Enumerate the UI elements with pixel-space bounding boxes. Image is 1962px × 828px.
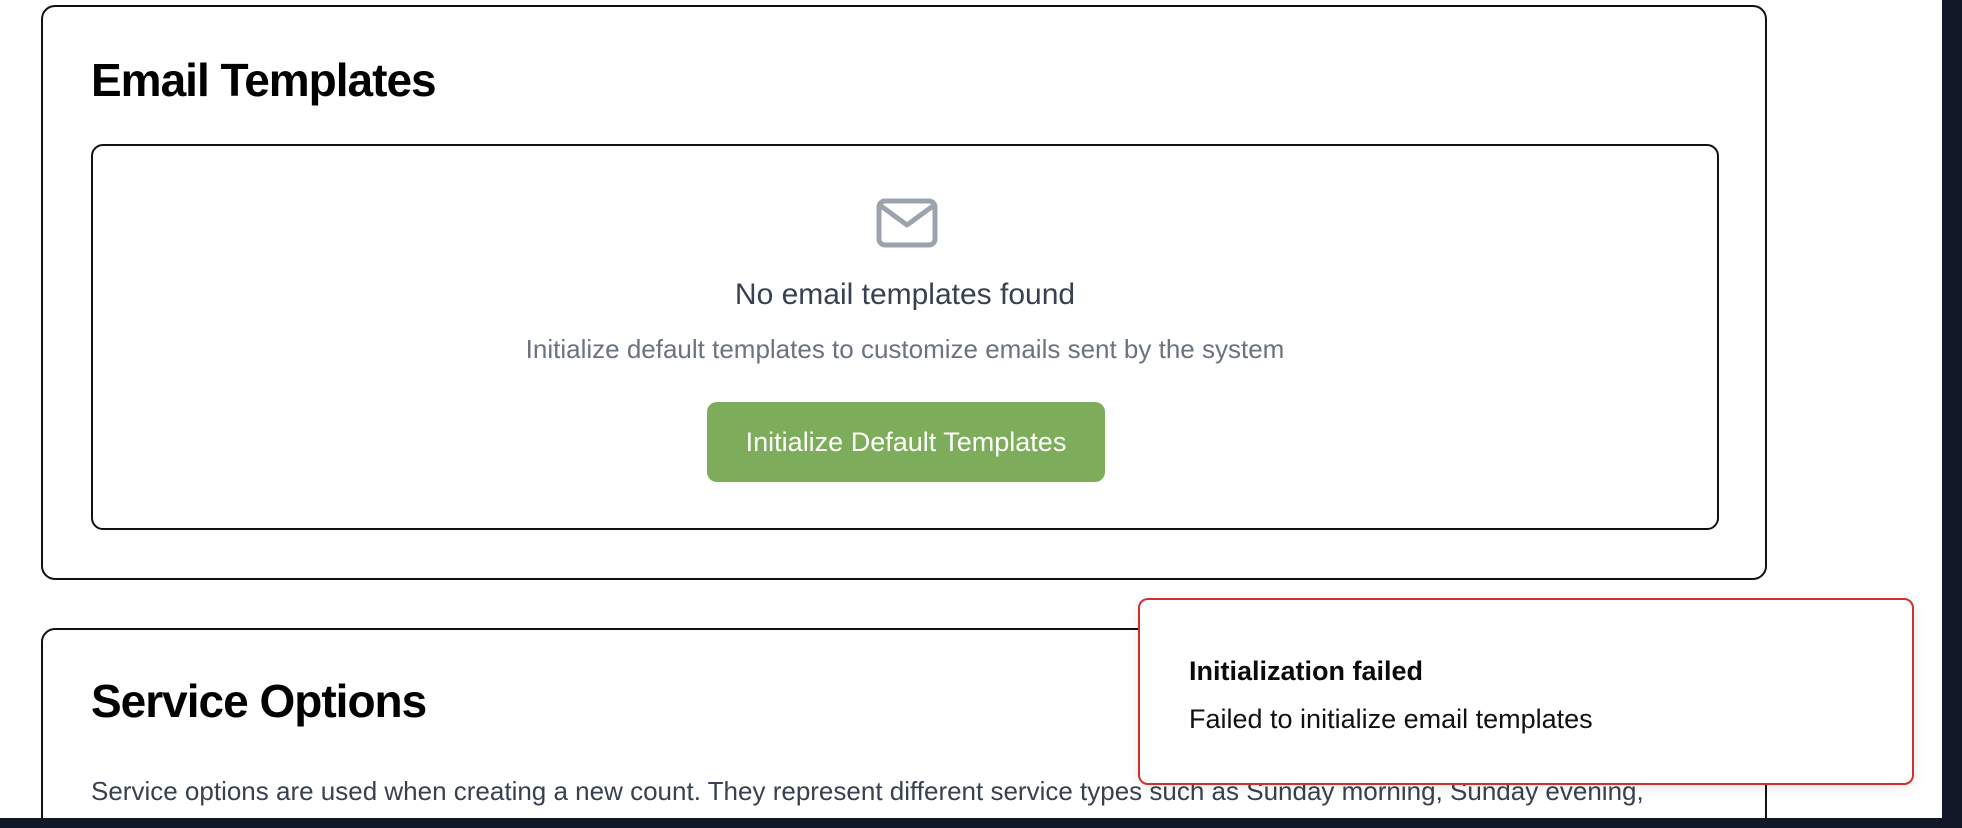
error-toast[interactable]: Initialization failed Failed to initiali…: [1138, 598, 1914, 785]
bottom-edge-bar: [0, 818, 1962, 828]
email-templates-card: Email Templates No email templates found…: [41, 5, 1767, 580]
toast-message: Failed to initialize email templates: [1189, 704, 1593, 734]
settings-page: Email Templates No email templates found…: [0, 0, 1962, 828]
empty-state-title: No email templates found: [734, 278, 1076, 311]
service-options-title: Service Options: [91, 675, 427, 727]
toast-title: Initialization failed: [1189, 656, 1424, 686]
empty-state-subtitle: Initialize default templates to customiz…: [525, 334, 1285, 364]
initialize-default-templates-button[interactable]: Initialize Default Templates: [707, 402, 1105, 482]
mail-icon: [876, 198, 938, 248]
email-templates-title: Email Templates: [91, 54, 437, 106]
scrollbar-track[interactable]: [1942, 0, 1962, 828]
email-templates-empty-state: No email templates found Initialize defa…: [91, 144, 1719, 530]
